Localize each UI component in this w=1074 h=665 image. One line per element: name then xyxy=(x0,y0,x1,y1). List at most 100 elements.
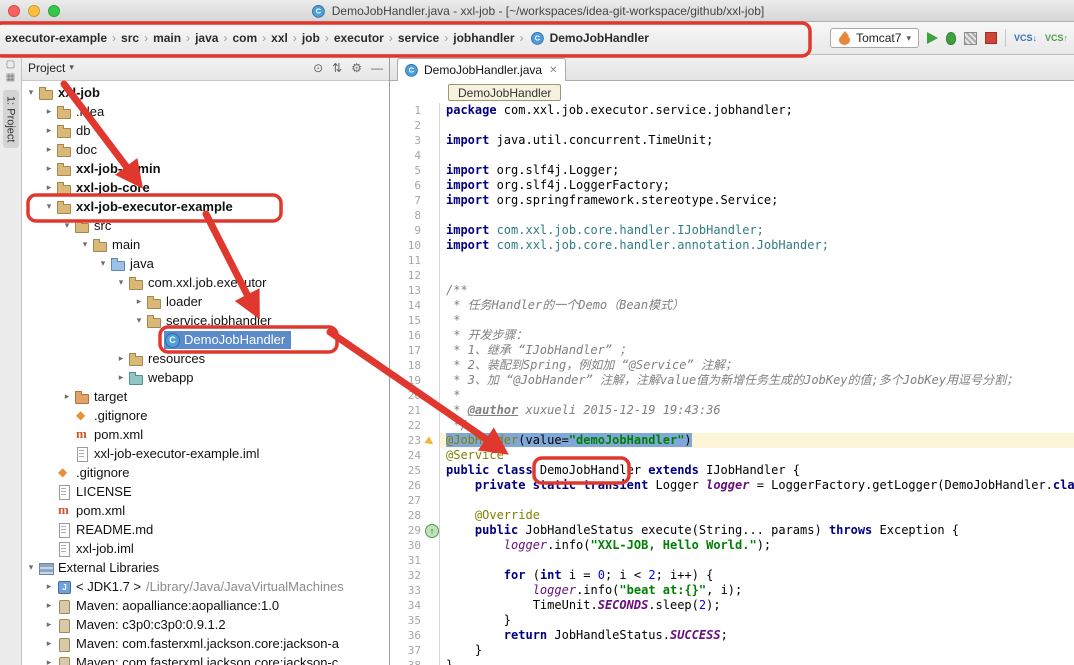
tree-item[interactable]: ▾xxl-job xyxy=(22,83,389,102)
editor-gutter[interactable]: 13 xyxy=(390,283,440,298)
code-line[interactable]: 26 private static transient Logger logge… xyxy=(390,478,1074,493)
breadcrumb-item[interactable]: DemoJobHandler xyxy=(526,28,652,48)
tree-item[interactable]: ▸Maven: aopalliance:aopalliance:1.0 xyxy=(22,596,389,615)
editor-gutter[interactable]: 19 xyxy=(390,373,440,388)
expand-arrow-down-icon[interactable]: ▾ xyxy=(24,87,38,98)
editor-gutter[interactable]: 20 xyxy=(390,388,440,403)
tree-item[interactable]: ▸xxl-job-core xyxy=(22,178,389,197)
editor-gutter[interactable]: 24 xyxy=(390,448,440,463)
override-icon[interactable] xyxy=(424,524,439,538)
run-configuration-select[interactable]: Tomcat7 ▾ xyxy=(830,28,919,48)
run-button[interactable] xyxy=(927,32,938,44)
code-line[interactable]: 33 logger.info("beat at:{}", i); xyxy=(390,583,1074,598)
expand-arrow-right-icon[interactable]: ▸ xyxy=(132,296,146,307)
tree-item[interactable]: ▸< JDK1.7 >/Library/Java/JavaVirtualMach… xyxy=(22,577,389,596)
window-layout-icon[interactable]: ▢ xyxy=(6,58,15,71)
tree-item[interactable]: ▾service.jobhandler xyxy=(22,311,389,330)
chevron-down-icon[interactable]: ▾ xyxy=(69,62,74,73)
coverage-button[interactable] xyxy=(964,32,977,45)
code-line[interactable]: 29 public JobHandleStatus execute(String… xyxy=(390,523,1074,538)
code-line[interactable]: 19 * 3、加 “@JobHander” 注解，注解value值为新增任务生成… xyxy=(390,373,1074,388)
breadcrumb-item[interactable]: executor xyxy=(331,29,387,47)
tree-item[interactable]: .gitignore xyxy=(22,463,389,482)
editor-gutter[interactable]: 18 xyxy=(390,358,440,373)
minimize-window-icon[interactable] xyxy=(28,5,40,17)
expand-arrow-down-icon[interactable]: ▾ xyxy=(78,239,92,250)
code-editor[interactable]: 1package com.xxl.job.executor.service.jo… xyxy=(390,103,1074,665)
expand-arrow-right-icon[interactable]: ▸ xyxy=(42,106,56,117)
code-line[interactable]: 8 xyxy=(390,208,1074,223)
code-line[interactable]: 22 */ xyxy=(390,418,1074,433)
editor-gutter[interactable]: 4 xyxy=(390,148,440,163)
editor-gutter[interactable]: 10 xyxy=(390,238,440,253)
code-line[interactable]: 36 return JobHandleStatus.SUCCESS; xyxy=(390,628,1074,643)
expand-arrow-down-icon[interactable]: ▾ xyxy=(42,201,56,212)
breadcrumb-item[interactable]: executor-example xyxy=(2,29,110,47)
code-line[interactable]: 32 for (int i = 0; i < 2; i++) { xyxy=(390,568,1074,583)
hide-panel-icon[interactable]: — xyxy=(371,61,383,75)
tree-item[interactable]: ▾xxl-job-executor-example xyxy=(22,197,389,216)
expand-arrow-right-icon[interactable]: ▸ xyxy=(42,657,56,665)
expand-arrow-right-icon[interactable]: ▸ xyxy=(60,391,74,402)
code-line[interactable]: 28 @Override xyxy=(390,508,1074,523)
editor-gutter[interactable]: 35 xyxy=(390,613,440,628)
settings-gear-icon[interactable]: ⚙ xyxy=(351,61,362,75)
editor-gutter[interactable]: 36 xyxy=(390,628,440,643)
tree-item[interactable]: xxl-job-executor-example.iml xyxy=(22,444,389,463)
maximize-window-icon[interactable] xyxy=(48,5,60,17)
code-line[interactable]: 1package com.xxl.job.executor.service.jo… xyxy=(390,103,1074,118)
editor-gutter[interactable]: 5 xyxy=(390,163,440,178)
expand-arrow-right-icon[interactable]: ▸ xyxy=(42,638,56,649)
code-line[interactable]: 5import org.slf4j.Logger; xyxy=(390,163,1074,178)
expand-arrow-right-icon[interactable]: ▸ xyxy=(42,125,56,136)
editor-gutter[interactable]: 15 xyxy=(390,313,440,328)
grid-icon[interactable]: ▦ xyxy=(6,71,15,84)
tree-item[interactable]: DemoJobHandler xyxy=(22,330,389,349)
tree-item[interactable]: ▸db xyxy=(22,121,389,140)
code-line[interactable]: 24@Service xyxy=(390,448,1074,463)
editor-gutter[interactable]: 2 xyxy=(390,118,440,133)
expand-arrow-right-icon[interactable]: ▸ xyxy=(114,372,128,383)
collapse-all-icon[interactable]: ⇅ xyxy=(332,61,342,75)
vcs-update-button[interactable]: VCS↓ xyxy=(1014,33,1037,43)
tree-item[interactable]: ▾src xyxy=(22,216,389,235)
editor-gutter[interactable]: 8 xyxy=(390,208,440,223)
tree-item[interactable]: ▸target xyxy=(22,387,389,406)
locate-file-icon[interactable]: ⊙ xyxy=(313,61,323,75)
editor-gutter[interactable]: 30 xyxy=(390,538,440,553)
breadcrumb-item[interactable]: src xyxy=(118,29,142,47)
editor-gutter[interactable]: 28 xyxy=(390,508,440,523)
editor-gutter[interactable]: 23 xyxy=(390,433,440,448)
tree-item[interactable]: ▸webapp xyxy=(22,368,389,387)
tree-item[interactable]: ▸loader xyxy=(22,292,389,311)
expand-arrow-down-icon[interactable]: ▾ xyxy=(96,258,110,269)
tree-item[interactable]: ▸xxl-job-admin xyxy=(22,159,389,178)
editor-gutter[interactable]: 33 xyxy=(390,583,440,598)
expand-arrow-right-icon[interactable]: ▸ xyxy=(114,353,128,364)
code-line[interactable]: 4 xyxy=(390,148,1074,163)
breadcrumb-item[interactable]: jobhandler xyxy=(450,29,517,47)
tab-close-icon[interactable]: ✕ xyxy=(549,65,557,76)
tree-item[interactable]: .gitignore xyxy=(22,406,389,425)
tree-item[interactable]: pom.xml xyxy=(22,425,389,444)
code-line[interactable]: 9import com.xxl.job.core.handler.IJobHan… xyxy=(390,223,1074,238)
breadcrumb-item[interactable]: service xyxy=(395,29,442,47)
editor-gutter[interactable]: 1 xyxy=(390,103,440,118)
code-line[interactable]: 7import org.springframework.stereotype.S… xyxy=(390,193,1074,208)
code-line[interactable]: 17 * 1、继承 “IJobHandler” ； xyxy=(390,343,1074,358)
editor-gutter[interactable]: 29 xyxy=(390,523,440,538)
tree-item[interactable]: LICENSE xyxy=(22,482,389,501)
code-line[interactable]: 10import com.xxl.job.core.handler.annota… xyxy=(390,238,1074,253)
editor-gutter[interactable]: 34 xyxy=(390,598,440,613)
code-line[interactable]: 13/** xyxy=(390,283,1074,298)
editor-gutter[interactable]: 3 xyxy=(390,133,440,148)
tree-item[interactable]: ▾main xyxy=(22,235,389,254)
code-line[interactable]: 18 * 2、装配到Spring，例如加 “@Service” 注解； xyxy=(390,358,1074,373)
code-line[interactable]: 35 } xyxy=(390,613,1074,628)
close-window-icon[interactable] xyxy=(8,5,20,17)
expand-arrow-right-icon[interactable]: ▸ xyxy=(42,144,56,155)
code-line[interactable]: 6import org.slf4j.LoggerFactory; xyxy=(390,178,1074,193)
editor-gutter[interactable]: 37 xyxy=(390,643,440,658)
bookmark-icon[interactable] xyxy=(424,434,439,448)
code-line[interactable]: 25public class DemoJobHandler extends IJ… xyxy=(390,463,1074,478)
